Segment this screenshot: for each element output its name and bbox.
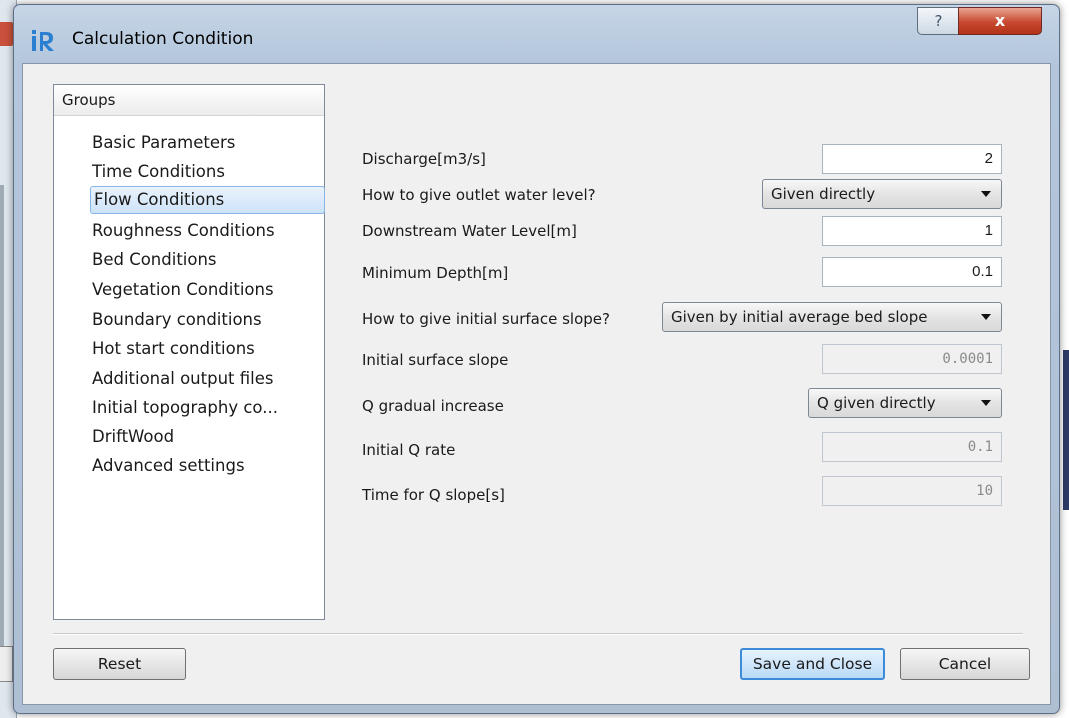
chevron-down-icon — [981, 191, 991, 197]
calculation-condition-dialog: Calculation Condition ? x Groups Basic P… — [13, 4, 1060, 714]
iric-logo-icon — [32, 30, 54, 51]
groups-list[interactable]: Groups Basic Parameters Time Conditions … — [53, 84, 325, 620]
initial-slope-method-select[interactable]: Given by initial average bed slope — [662, 302, 1002, 332]
background-close-button — [0, 22, 14, 46]
group-item-advanced-settings[interactable]: Advanced settings — [92, 452, 245, 480]
initial-q-rate-input: 0.1 — [822, 432, 1002, 462]
group-item-initial-topography[interactable]: Initial topography co... — [92, 394, 278, 422]
chevron-down-icon — [981, 400, 991, 406]
group-item-additional-output-files[interactable]: Additional output files — [92, 365, 273, 393]
time-for-q-slope-input: 10 — [822, 476, 1002, 506]
discharge-input[interactable]: 2 — [822, 144, 1002, 174]
close-button[interactable]: x — [958, 7, 1042, 35]
outlet-level-method-value: Given directly — [771, 185, 876, 203]
group-item-roughness-conditions[interactable]: Roughness Conditions — [92, 217, 275, 245]
chevron-down-icon — [981, 314, 991, 320]
cancel-button[interactable]: Cancel — [900, 648, 1030, 680]
minimum-depth-label: Minimum Depth[m] — [362, 264, 509, 282]
q-gradual-increase-value: Q given directly — [817, 394, 936, 412]
group-item-time-conditions[interactable]: Time Conditions — [92, 158, 225, 186]
background-button — [0, 646, 13, 682]
initial-surface-slope-input: 0.0001 — [822, 344, 1002, 374]
dialog-body: Groups Basic Parameters Time Conditions … — [22, 63, 1051, 705]
group-item-boundary-conditions[interactable]: Boundary conditions — [92, 306, 262, 334]
minimum-depth-input[interactable]: 0.1 — [822, 257, 1002, 287]
save-and-close-button[interactable]: Save and Close — [740, 648, 885, 680]
outlet-level-method-label: How to give outlet water level? — [362, 186, 596, 204]
initial-slope-method-label: How to give initial surface slope? — [362, 310, 610, 328]
q-gradual-increase-label: Q gradual increase — [362, 397, 504, 415]
downstream-level-label: Downstream Water Level[m] — [362, 222, 577, 240]
window-title: Calculation Condition — [72, 29, 254, 49]
title-bar[interactable]: Calculation Condition ? x — [14, 5, 1059, 63]
group-item-basic-parameters[interactable]: Basic Parameters — [92, 129, 235, 157]
background-window-edge-right — [1063, 350, 1069, 510]
time-for-q-slope-label: Time for Q slope[s] — [362, 486, 505, 504]
initial-q-rate-label: Initial Q rate — [362, 441, 456, 459]
initial-surface-slope-label: Initial surface slope — [362, 351, 509, 369]
q-gradual-increase-select[interactable]: Q given directly — [808, 388, 1002, 418]
group-item-driftwood[interactable]: DriftWood — [92, 423, 174, 451]
downstream-level-input[interactable]: 1 — [822, 216, 1002, 246]
help-button[interactable]: ? — [917, 7, 960, 35]
discharge-label: Discharge[m3/s] — [362, 150, 486, 168]
groups-header: Groups — [54, 85, 324, 116]
outlet-level-method-select[interactable]: Given directly — [762, 179, 1002, 209]
group-item-vegetation-conditions[interactable]: Vegetation Conditions — [92, 276, 274, 304]
background-scrollbar — [0, 185, 4, 665]
reset-button[interactable]: Reset — [53, 648, 186, 680]
group-item-bed-conditions[interactable]: Bed Conditions — [92, 246, 217, 274]
group-item-hot-start-conditions[interactable]: Hot start conditions — [92, 335, 255, 363]
group-item-flow-conditions[interactable]: Flow Conditions — [90, 186, 325, 214]
button-separator — [53, 633, 1023, 635]
initial-slope-method-value: Given by initial average bed slope — [671, 308, 928, 326]
